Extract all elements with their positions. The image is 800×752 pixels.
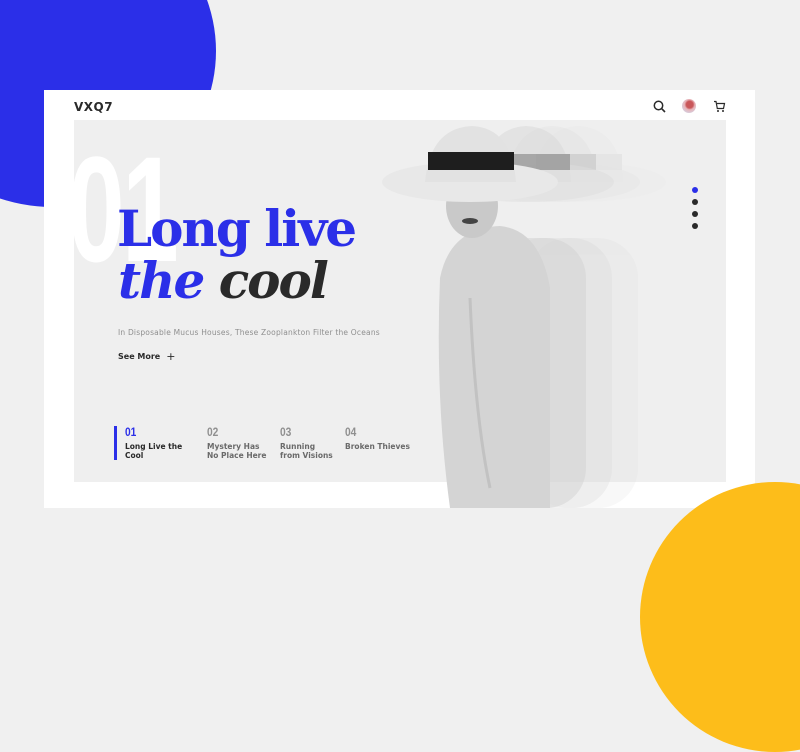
hero-title-word-cool: cool xyxy=(218,251,329,310)
pagination-dot-4[interactable] xyxy=(692,223,698,229)
slide-nav: 01 Long Live the Cool 02 Mystery Has No … xyxy=(114,425,415,460)
slide-tab-label: Mystery Has No Place Here xyxy=(207,442,267,460)
decorative-yellow-circle xyxy=(640,482,800,752)
avatar xyxy=(682,99,696,113)
header-actions xyxy=(651,98,727,114)
plus-icon: + xyxy=(166,350,176,363)
slide-tab-number: 01 xyxy=(125,425,137,439)
slide-tab-number: 03 xyxy=(280,425,292,439)
pagination-dot-1[interactable] xyxy=(692,187,698,193)
hero-subtitle: In Disposable Mucus Houses, These Zoopla… xyxy=(118,328,380,337)
pagination-dot-3[interactable] xyxy=(692,211,698,217)
pagination-dot-2[interactable] xyxy=(692,199,698,205)
see-more-link[interactable]: See More + xyxy=(118,350,175,363)
logo[interactable]: VXQ7 xyxy=(74,100,113,114)
see-more-label: See More xyxy=(118,352,161,361)
search-icon[interactable] xyxy=(651,98,667,114)
slide-tab-number: 02 xyxy=(207,425,219,439)
hero-title-line1: Long live xyxy=(117,199,357,258)
hero-photo-woman-in-hat xyxy=(382,126,666,508)
hero-title-word-the: the xyxy=(118,251,205,310)
slide-tab-1[interactable]: 01 Long Live the Cool xyxy=(114,425,196,460)
slide-tab-3[interactable]: 03 Running from Visions xyxy=(269,425,334,460)
hero-title-line2: the cool xyxy=(118,256,329,306)
slide-tab-2[interactable]: 02 Mystery Has No Place Here xyxy=(196,425,269,460)
pagination-dots xyxy=(692,187,698,229)
user-avatar[interactable] xyxy=(681,98,697,114)
slide-tab-label: Long Live the Cool xyxy=(125,442,183,460)
slide-tab-label: Running from Visions xyxy=(280,442,333,460)
cart-icon[interactable] xyxy=(711,98,727,114)
